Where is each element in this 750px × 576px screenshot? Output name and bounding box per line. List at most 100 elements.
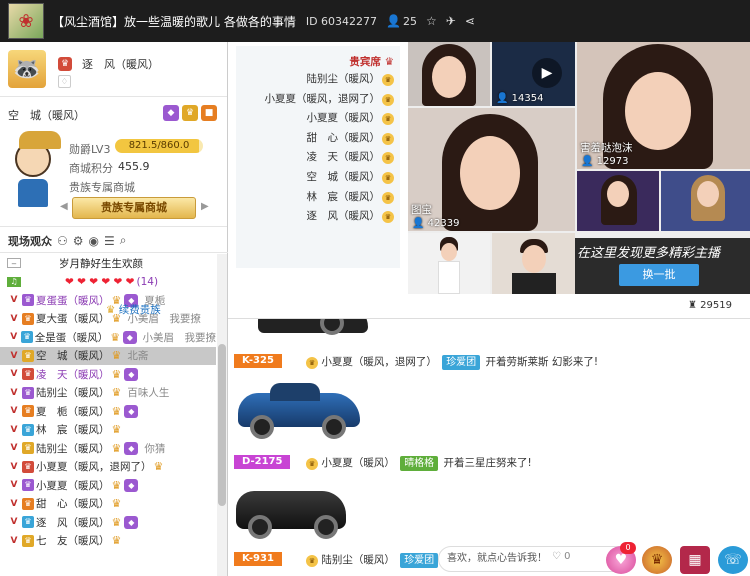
gift-icon[interactable]: ♛	[642, 546, 672, 574]
list-item[interactable]: V ♛ 陆别尘（暖风） ♛ ◆ 你猜	[0, 439, 216, 458]
group-icon[interactable]: ⚇	[57, 234, 68, 248]
search-icon[interactable]: ⌕	[120, 233, 127, 248]
vip-seat[interactable]: 小夏夏（暖风） ♛	[307, 110, 394, 126]
streamer-tile[interactable]	[661, 171, 750, 231]
crown-icon: ♛	[111, 349, 122, 363]
vip-seat[interactable]: 逐 风（暖风） ♛	[306, 208, 394, 224]
plane-icon[interactable]: ✈	[446, 14, 456, 28]
list-icon[interactable]: ☰	[104, 234, 115, 248]
profile-name: 空 城（暖风）	[8, 109, 85, 122]
refresh-button[interactable]: 换一批	[619, 264, 699, 286]
collapse-icon[interactable]: −	[7, 258, 21, 269]
noble-mall-button[interactable]: 贵族专属商城	[72, 197, 196, 219]
settings-icon[interactable]: ⚙	[73, 234, 84, 248]
v-rank-icon: V	[10, 369, 18, 380]
play-icon[interactable]: ▶	[532, 58, 562, 88]
car-plate: K-931	[234, 552, 282, 566]
streamer-tile[interactable]: 图宝 👤 42339	[408, 108, 575, 231]
gold-badge-icon: ♛	[382, 191, 394, 204]
star-icon[interactable]: ☆	[426, 14, 437, 28]
user-name: 逐 风（暖风）	[82, 58, 159, 71]
list-item-name: 七 友（暖风）	[36, 535, 110, 548]
vip-seat[interactable]: 陆别尘（暖风） ♛	[306, 71, 394, 86]
streamer-tile[interactable]: ▶ 👤 14354	[492, 42, 575, 106]
heart-input[interactable]: 喜欢，就点心告诉我！	[438, 546, 628, 572]
vip-seat-name: 陆别尘（暖风）	[306, 73, 381, 85]
list-item[interactable]: V ♛ 甜 心（暖风） ♛	[0, 495, 216, 514]
level-icon: ♛	[22, 460, 34, 473]
scroll-thumb[interactable]	[218, 344, 226, 506]
list-item-note: 你猜	[144, 442, 166, 455]
crown-icon: ♛	[111, 423, 122, 437]
chat-bubble-icon[interactable]: ☏	[718, 546, 748, 574]
audience-scrollbar[interactable]	[217, 254, 227, 576]
chat-message: ♛ 小夏夏（暖风） 晴格格 开着三星庄努来了!	[306, 455, 532, 471]
badge-icon: ◆	[124, 441, 139, 455]
vip-seat[interactable]: 小夏夏（暖风，退网了） ♛	[265, 91, 394, 106]
list-item-name: 林 宸（暖风）	[36, 424, 110, 437]
streamer-tile[interactable]	[577, 171, 659, 231]
mall-points-value: 455.9	[118, 160, 150, 173]
chat-area: K-325 ♛ 小夏夏（暖风，退网了） 珍爱团 开着劳斯莱斯 幻影来了! D-2…	[228, 318, 750, 576]
list-item-name: 小夏夏（暖风，退网了）	[36, 461, 152, 474]
list-item[interactable]: V ♛ 小夏夏（暖风） ♛ ◆	[0, 476, 216, 495]
vip-seat-name: 逐 风（暖风）	[306, 210, 381, 223]
streamer-tile[interactable]	[408, 233, 490, 294]
list-item[interactable]: V ♛ 夏 栀（暖风） ♛ ◆	[0, 402, 216, 421]
streamer-tile[interactable]	[408, 42, 490, 106]
level-icon: ♛	[22, 534, 34, 547]
list-item[interactable]: V ♛ 全是蛋（暖风） ♛ ◆ 小美眉 我要撩	[0, 328, 216, 347]
list-item[interactable]: ♫ ❤ ❤ ❤ ❤ ❤ ❤ (14)	[0, 273, 216, 292]
level-icon: ♛	[22, 294, 34, 307]
gold-badge-icon: ♛	[382, 93, 394, 106]
list-item[interactable]: V ♛ 七 友（暖风） ♛	[0, 532, 216, 551]
v-rank-icon: V	[10, 424, 18, 435]
v-rank-icon: V	[10, 535, 18, 546]
avatar[interactable]: 🦝	[8, 50, 46, 88]
location-icon[interactable]: ◉	[89, 234, 99, 248]
list-item-name: 陆别尘（暖风）	[36, 387, 110, 400]
list-item[interactable]: V ♛ 凌 天（暖风） ♛ ◆	[0, 365, 216, 384]
list-item-name: ❤ ❤ ❤ ❤ ❤ ❤	[65, 275, 135, 288]
crown-icon: ♛	[111, 404, 122, 418]
v-rank-icon: V	[10, 498, 18, 509]
car-image	[234, 375, 364, 445]
room-avatar[interactable]: ❀	[8, 3, 44, 39]
next-arrow-icon[interactable]: ▶	[201, 201, 209, 212]
user-profile: 空 城（暖风） ◆ ♛ ■ 勋爵LV3 821.5/860.0 商城积分 455…	[0, 97, 227, 227]
v-rank-icon: V	[10, 313, 18, 324]
list-item-name: 空 城（暖风）	[36, 350, 110, 363]
vip-seat[interactable]: 甜 心（暖风） ♛	[307, 130, 394, 145]
level-icon: ♛	[22, 405, 34, 418]
viewer-count: 👤 12973	[581, 156, 629, 167]
streamer-tile[interactable]: 害羞哒泡沫 👤 12973	[577, 42, 750, 169]
list-item[interactable]: V ♛ 陆别尘（暖风） ♛ 百味人生	[0, 384, 216, 403]
list-item-name: 小夏夏（暖风）	[36, 479, 110, 492]
gold-badge-icon: ♛	[382, 211, 394, 224]
crown-icon: ♛	[111, 534, 122, 548]
list-item-name: 全是蛋（暖风）	[34, 331, 109, 344]
treasure-icon[interactable]: ▦	[680, 546, 710, 574]
list-item[interactable]: V ♛ 空 城（暖风） ♛ 北斋	[0, 346, 216, 365]
chat-user[interactable]: 小夏夏（暖风，退网了）	[321, 356, 437, 368]
list-item[interactable]: − 岁月静好生生欢颜	[0, 254, 216, 273]
heart-badge: 0	[620, 542, 636, 554]
list-item[interactable]: V ♛ 小夏夏（暖风，退网了） ♛	[0, 458, 216, 477]
share-icon[interactable]: ⋖	[465, 14, 475, 28]
vip-seat[interactable]: 林 宸（暖风） ♛	[307, 189, 394, 204]
list-item[interactable]: V ♛ 林 宸（暖风） ♛	[0, 421, 216, 440]
crown-icon: ♛	[111, 497, 122, 511]
chat-user[interactable]: 小夏夏（暖风）	[321, 457, 395, 469]
chat-user[interactable]: 陆别尘（暖风）	[321, 554, 395, 566]
vip-seat[interactable]: 空 城（暖风） ♛	[307, 169, 394, 184]
vip-seat[interactable]: 凌 天（暖风） ♛	[307, 149, 394, 165]
level-icon: ♛	[22, 479, 34, 492]
list-item[interactable]: V ♛ 逐 风（暖风） ♛ ◆	[0, 513, 216, 532]
rank-label: 勋爵LV3	[69, 143, 111, 156]
prev-arrow-icon[interactable]: ◀	[60, 201, 68, 212]
streamer-tile[interactable]	[492, 233, 575, 294]
crown-icon: ♛	[111, 515, 122, 529]
v-rank-icon: V	[10, 461, 18, 472]
list-item-note: 百味人生	[127, 387, 170, 400]
renew-noble-link[interactable]: ♛ 续费贵族	[106, 302, 161, 317]
